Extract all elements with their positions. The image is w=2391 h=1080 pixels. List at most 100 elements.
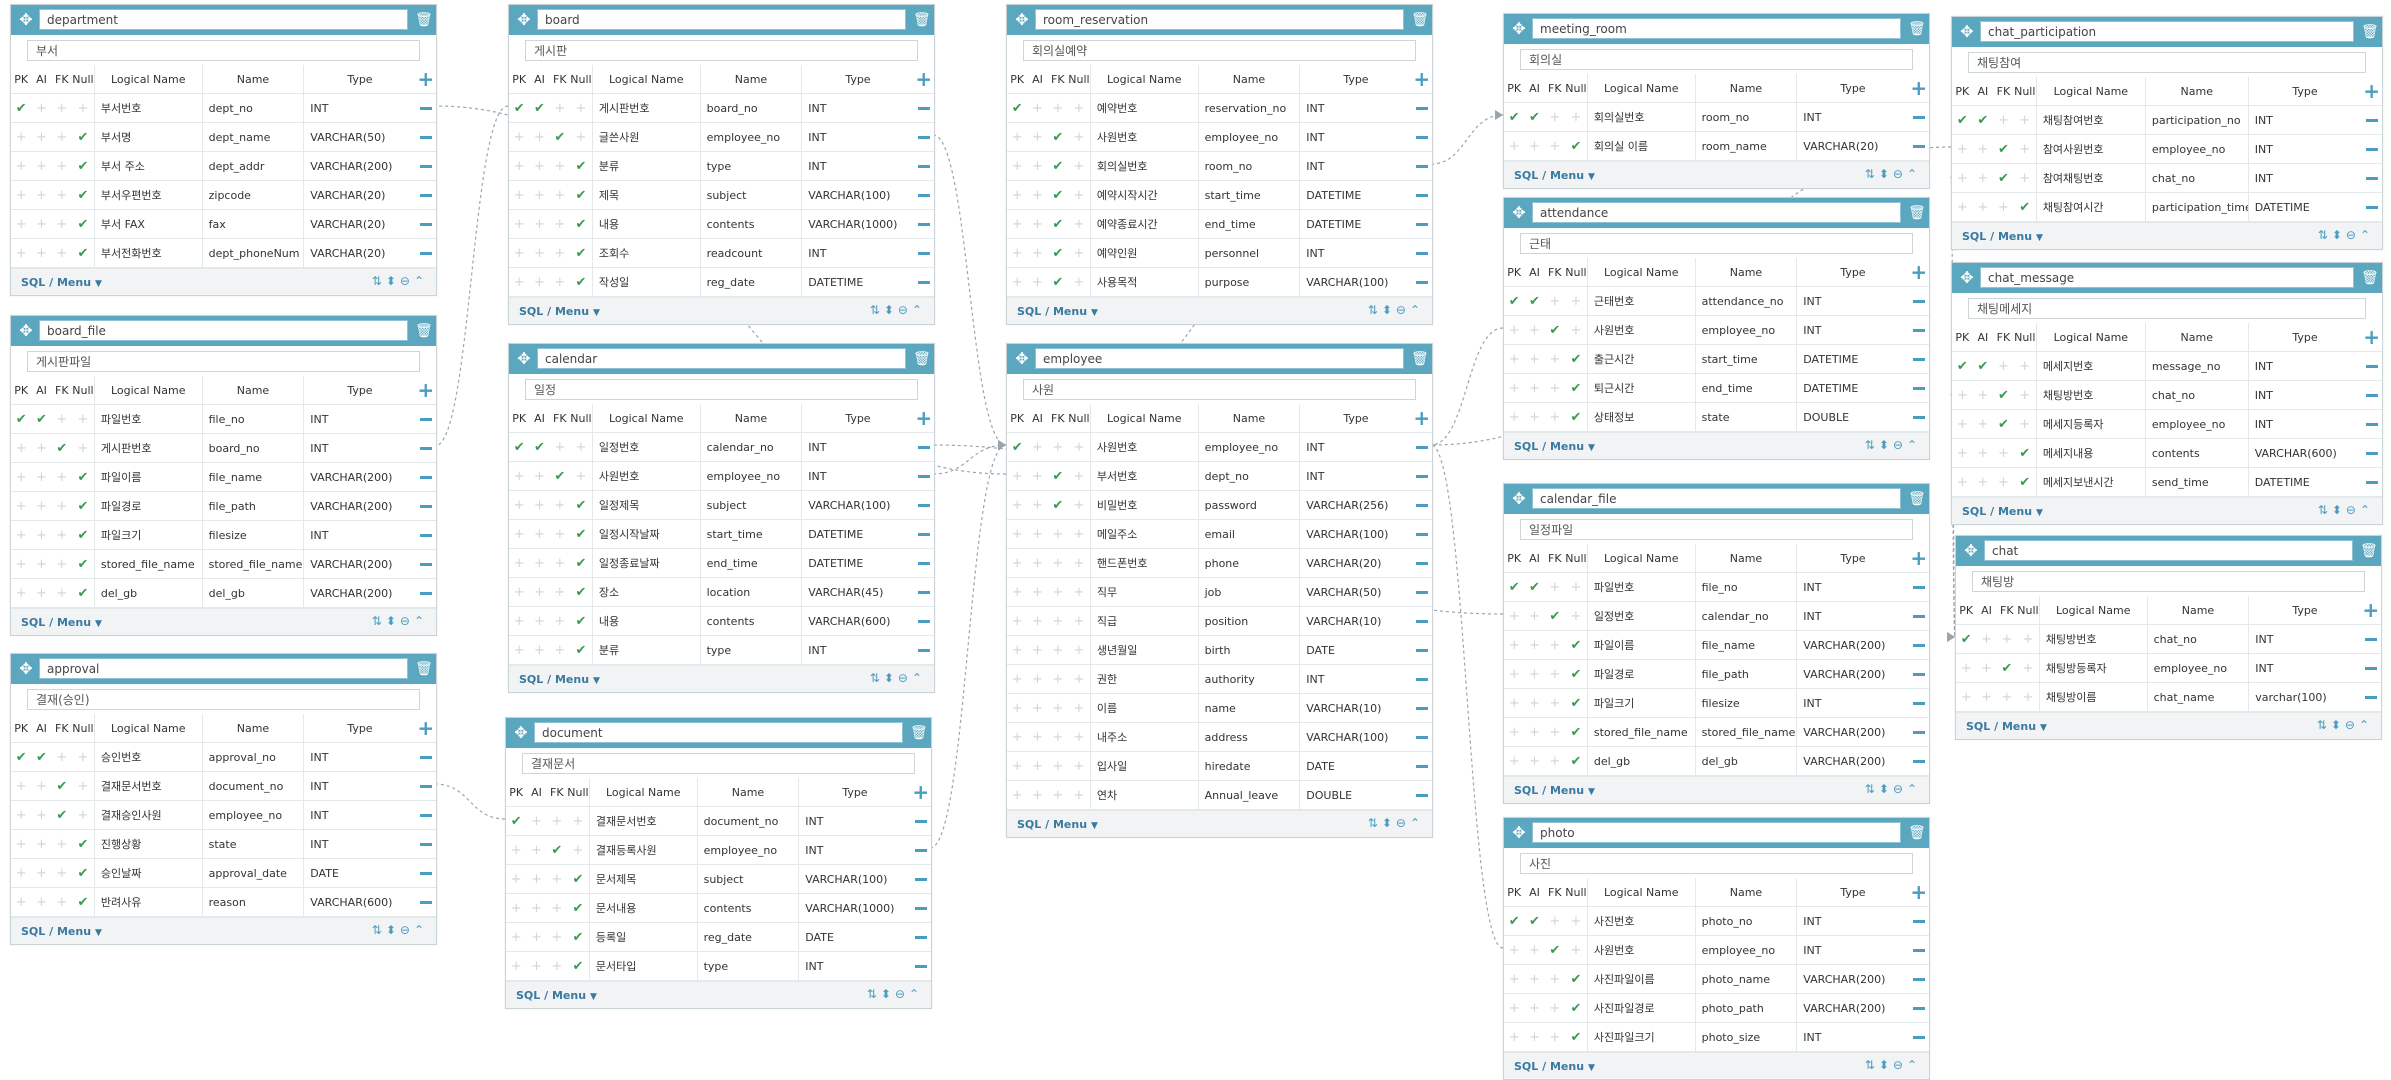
column-name-field[interactable]: stored_file_name [201, 549, 304, 579]
nn-checkbox[interactable]: + [1067, 180, 1091, 210]
move-icon[interactable]: ✥ [1958, 269, 1976, 287]
trash-icon[interactable]: 🗑 [1411, 350, 1429, 368]
column-row[interactable]: + + + + 생년월일 birth DATE [1007, 635, 1432, 665]
ai-checkbox[interactable]: ✔ [1972, 351, 1994, 381]
ai-checkbox[interactable]: + [1972, 409, 1994, 439]
pk-checkbox[interactable]: + [1952, 409, 1973, 439]
column-name-field[interactable]: participation_time [2144, 192, 2249, 222]
nn-checkbox[interactable]: + [1067, 606, 1091, 636]
column-name-field[interactable]: file_no [1694, 572, 1797, 602]
remove-column-button[interactable] [415, 404, 436, 434]
minus-icon[interactable] [914, 819, 927, 823]
column-row[interactable]: ✔ ✔ + + 회의실번호 room_no INT [1504, 102, 1929, 132]
column-name-field[interactable]: board_no [201, 433, 304, 463]
fk-checkbox[interactable]: ✔ [1047, 490, 1068, 520]
remove-column-button[interactable] [415, 520, 436, 550]
minus-icon[interactable] [1912, 415, 1925, 419]
ai-checkbox[interactable]: + [31, 93, 52, 123]
remove-column-button[interactable] [415, 433, 436, 463]
column-row[interactable]: + + + ✔ 분류 type INT [509, 151, 934, 181]
column-logical-field[interactable]: 게시판번호 [93, 433, 203, 463]
column-row[interactable]: + + + ✔ 퇴근시간 end_time DATETIME [1504, 373, 1929, 403]
minus-icon[interactable] [419, 222, 432, 226]
column-row[interactable]: + + ✔ + 사원번호 employee_no INT [1504, 315, 1929, 345]
remove-column-button[interactable] [1908, 344, 1929, 374]
table-header[interactable]: ✥ document 🗑 [506, 718, 931, 748]
minus-icon[interactable] [1415, 619, 1428, 623]
column-type-field[interactable]: INT [1796, 688, 1909, 718]
collapse-icon[interactable]: ⊖ [1396, 303, 1410, 317]
remove-column-button[interactable] [913, 180, 934, 210]
column-logical-field[interactable]: 글쓴사원 [591, 122, 701, 152]
column-type-field[interactable]: DATETIME [1299, 180, 1412, 210]
column-logical-field[interactable]: 파일크기 [1586, 688, 1696, 718]
remove-column-button[interactable] [1908, 659, 1929, 689]
sql-menu-dropdown[interactable]: SQL / Menu ▼ [516, 989, 597, 1002]
column-row[interactable]: + + ✔ + 결재승인사원 employee_no INT [11, 800, 436, 830]
column-logical-field[interactable]: 사진파일이름 [1586, 964, 1696, 994]
column-type-field[interactable]: DATE [1299, 751, 1412, 781]
pk-checkbox[interactable]: ✔ [1952, 351, 1973, 381]
remove-column-button[interactable] [1908, 373, 1929, 403]
ai-checkbox[interactable]: + [31, 887, 52, 917]
fk-checkbox[interactable]: + [546, 951, 567, 981]
remove-column-button[interactable] [1411, 238, 1432, 268]
ai-checkbox[interactable]: + [1524, 935, 1545, 965]
minus-icon[interactable] [1415, 706, 1428, 710]
remove-column-button[interactable] [1908, 402, 1929, 432]
column-row[interactable]: + + + ✔ 분류 type INT [509, 635, 934, 665]
pk-checkbox[interactable]: + [1504, 373, 1525, 403]
add-column-button[interactable]: + [2361, 323, 2382, 352]
minus-icon[interactable] [1415, 735, 1428, 739]
remove-column-button[interactable] [913, 93, 934, 123]
pk-checkbox[interactable]: + [1007, 548, 1028, 578]
column-logical-field[interactable]: 파일이름 [1586, 630, 1696, 660]
remove-column-button[interactable] [1908, 964, 1929, 994]
move-icon[interactable]: ✥ [1958, 23, 1976, 41]
column-type-field[interactable]: INT [1796, 315, 1909, 345]
column-row[interactable]: + + ✔ + 부서번호 dept_no INT [1007, 461, 1432, 491]
column-row[interactable]: + + + ✔ 내용 contents VARCHAR(1000) [509, 209, 934, 239]
minus-icon[interactable] [917, 503, 930, 507]
column-row[interactable]: ✔ ✔ + + 파일번호 file_no INT [1504, 572, 1929, 602]
remove-column-button[interactable] [2360, 682, 2381, 712]
nn-checkbox[interactable]: ✔ [71, 151, 95, 181]
ai-checkbox[interactable]: + [529, 577, 550, 607]
nn-checkbox[interactable]: + [1564, 601, 1588, 631]
collapse-icon[interactable]: ⊖ [1893, 167, 1907, 181]
column-type-field[interactable]: VARCHAR(200) [1796, 964, 1909, 994]
column-logical-field[interactable]: 파일크기 [93, 520, 203, 550]
column-type-field[interactable]: DATETIME [1299, 209, 1412, 239]
column-type-field[interactable]: INT [798, 806, 911, 836]
minus-icon[interactable] [917, 106, 930, 110]
column-name-field[interactable]: address [1197, 722, 1300, 752]
column-logical-field[interactable]: 채팅방번호 [2038, 624, 2148, 654]
column-logical-field[interactable]: 채팅방번호 [2035, 380, 2146, 410]
column-logical-field[interactable]: 파일경로 [93, 491, 203, 521]
column-name-field[interactable]: stored_file_name [1694, 717, 1797, 747]
move-icon[interactable]: ✥ [1962, 542, 1980, 560]
table-card-attendance[interactable]: ✥ attendance 🗑 근태 PK AI FK Null Logical Name Name… [1503, 197, 1930, 460]
column-row[interactable]: + + + ✔ 회의실 이름 room_name VARCHAR(20) [1504, 131, 1929, 161]
pk-checkbox[interactable]: ✔ [11, 93, 32, 123]
sort-icon[interactable]: ⇅ [870, 671, 884, 685]
nn-checkbox[interactable]: ✔ [569, 238, 593, 268]
expand-icon[interactable]: ⬍ [1382, 816, 1396, 830]
column-row[interactable]: + + + + 핸드폰번호 phone VARCHAR(20) [1007, 548, 1432, 578]
pk-checkbox[interactable]: + [11, 578, 32, 608]
ai-checkbox[interactable]: + [1524, 373, 1545, 403]
column-row[interactable]: + + + ✔ 부서 FAX fax VARCHAR(20) [11, 209, 436, 239]
column-type-field[interactable]: INT [1299, 151, 1412, 181]
nn-checkbox[interactable]: ✔ [71, 180, 95, 210]
minus-icon[interactable] [1415, 135, 1428, 139]
fk-checkbox[interactable]: + [51, 93, 72, 123]
column-type-field[interactable]: INT [303, 520, 416, 550]
minus-icon[interactable] [2364, 666, 2377, 670]
add-column-button[interactable]: + [1908, 544, 1929, 573]
column-type-field[interactable]: DATE [303, 858, 416, 888]
column-logical-field[interactable]: 사진번호 [1586, 906, 1696, 936]
ai-checkbox[interactable]: + [529, 151, 550, 181]
sql-menu-dropdown[interactable]: SQL / Menu ▼ [21, 276, 102, 289]
column-row[interactable]: + + + ✔ 문서타입 type INT [506, 951, 931, 981]
column-name-field[interactable]: dept_no [1197, 461, 1300, 491]
